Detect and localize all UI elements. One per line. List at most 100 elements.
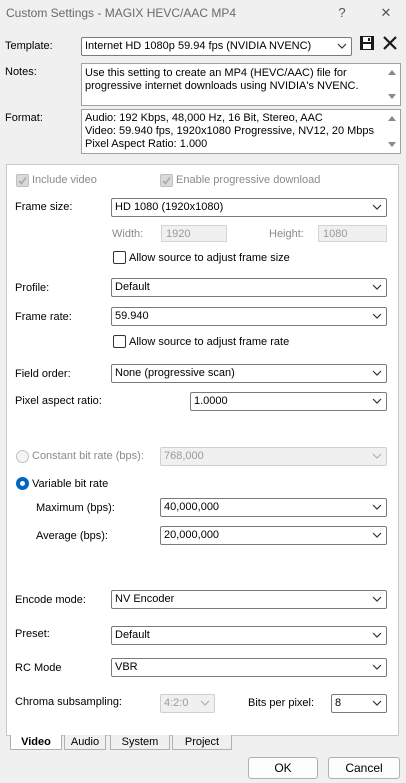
format-scrollbar[interactable] xyxy=(385,111,399,152)
variable-bit-rate-label: Variable bit rate xyxy=(32,478,109,490)
width-field[interactable]: 1920 xyxy=(161,225,227,242)
encode-mode-dropdown[interactable]: NV Encoder xyxy=(111,590,387,609)
format-textbox: Audio: 192 Kbps, 48,000 Hz, 16 Bit, Ster… xyxy=(81,109,401,154)
settings-tabs: Video Audio System Project xyxy=(6,735,399,750)
rc-mode-value: VBR xyxy=(115,661,138,673)
field-order-dropdown[interactable]: None (progressive scan) xyxy=(111,364,387,383)
chroma-subsampling-label: Chroma subsampling: xyxy=(15,696,122,708)
encode-mode-value: NV Encoder xyxy=(115,593,175,605)
encode-mode-label: Encode mode: xyxy=(15,594,86,606)
average-bps-dropdown[interactable]: 20,000,000 xyxy=(160,526,387,545)
chevron-down-icon xyxy=(372,700,382,706)
field-order-label: Field order: xyxy=(15,368,71,380)
maximum-bps-value: 40,000,000 xyxy=(164,501,220,513)
allow-frame-size-label: Allow source to adjust frame size xyxy=(129,252,290,264)
maximum-bps-label: Maximum (bps): xyxy=(36,502,115,514)
save-icon[interactable] xyxy=(359,35,375,51)
template-value: Internet HD 1080p 59.94 fps (NVIDIA NVEN… xyxy=(85,40,312,52)
pixel-aspect-ratio-dropdown[interactable]: 1.0000 xyxy=(190,392,387,411)
include-video-label: Include video xyxy=(32,174,97,186)
allow-frame-size-checkbox[interactable] xyxy=(113,251,126,264)
profile-label: Profile: xyxy=(15,282,50,294)
profile-dropdown[interactable]: Default xyxy=(111,278,387,297)
bits-per-pixel-dropdown[interactable]: 8 xyxy=(331,694,387,713)
height-label: Height: xyxy=(269,228,304,240)
chevron-down-icon xyxy=(372,664,382,670)
chevron-down-icon xyxy=(372,370,382,376)
constant-bit-rate-value: 768,000 xyxy=(164,450,204,462)
scroll-up-icon[interactable] xyxy=(387,68,397,76)
average-bps-value: 20,000,000 xyxy=(164,529,220,541)
title-bar: Custom Settings - MAGIX HEVC/AAC MP4 ? ✕ xyxy=(0,0,406,26)
constant-bit-rate-label: Constant bit rate (bps): xyxy=(32,450,144,462)
chroma-subsampling-dropdown[interactable]: 4:2:0 xyxy=(160,694,215,713)
scroll-up-icon[interactable] xyxy=(387,114,397,122)
chevron-down-icon xyxy=(372,532,382,538)
chevron-down-icon xyxy=(372,398,382,404)
tab-project[interactable]: Project xyxy=(172,735,232,750)
pixel-aspect-ratio-label: Pixel aspect ratio: xyxy=(15,395,102,407)
enable-progressive-label: Enable progressive download xyxy=(176,174,321,186)
pixel-aspect-ratio-value: 1.0000 xyxy=(194,395,228,407)
window-title: Custom Settings - MAGIX HEVC/AAC MP4 xyxy=(6,6,237,20)
frame-rate-dropdown[interactable]: 59.940 xyxy=(111,307,387,326)
chevron-down-icon xyxy=(200,700,210,706)
frame-size-value: HD 1080 (1920x1080) xyxy=(115,201,224,213)
width-value: 1920 xyxy=(166,228,191,240)
template-dropdown[interactable]: Internet HD 1080p 59.94 fps (NVIDIA NVEN… xyxy=(81,37,352,56)
delete-icon[interactable] xyxy=(382,35,398,51)
template-label: Template: xyxy=(5,40,53,52)
frame-size-label: Frame size: xyxy=(15,201,73,213)
preset-dropdown[interactable]: Default xyxy=(111,626,387,645)
maximum-bps-dropdown[interactable]: 40,000,000 xyxy=(160,498,387,517)
chevron-down-icon xyxy=(372,204,382,210)
chevron-down-icon xyxy=(372,313,382,319)
preset-value: Default xyxy=(115,629,150,641)
scroll-down-icon[interactable] xyxy=(387,141,397,149)
include-video-checkbox[interactable] xyxy=(16,174,29,187)
tab-system[interactable]: System xyxy=(110,735,170,750)
format-text: Audio: 192 Kbps, 48,000 Hz, 16 Bit, Ster… xyxy=(85,112,375,150)
enable-progressive-checkbox[interactable] xyxy=(160,174,173,187)
constant-bit-rate-dropdown[interactable]: 768,000 xyxy=(160,447,387,466)
cancel-button[interactable]: Cancel xyxy=(328,757,400,779)
video-settings-panel: Include video Enable progressive downloa… xyxy=(6,164,399,736)
close-button[interactable]: ✕ xyxy=(374,3,398,23)
help-button[interactable]: ? xyxy=(330,3,354,23)
field-order-value: None (progressive scan) xyxy=(115,367,235,379)
height-value: 1080 xyxy=(323,228,348,240)
height-field[interactable]: 1080 xyxy=(318,225,387,242)
chevron-down-icon xyxy=(337,43,347,49)
constant-bit-rate-radio[interactable] xyxy=(16,450,29,463)
scroll-down-icon[interactable] xyxy=(387,93,397,101)
chevron-down-icon xyxy=(372,284,382,290)
average-bps-label: Average (bps): xyxy=(36,530,108,542)
variable-bit-rate-radio[interactable] xyxy=(16,477,29,490)
tab-audio[interactable]: Audio xyxy=(64,735,106,750)
allow-frame-rate-checkbox[interactable] xyxy=(113,335,126,348)
ok-button[interactable]: OK xyxy=(248,757,318,779)
allow-frame-rate-label: Allow source to adjust frame rate xyxy=(129,336,290,348)
notes-scrollbar[interactable] xyxy=(385,65,399,104)
chevron-down-icon xyxy=(372,596,382,602)
tab-video[interactable]: Video xyxy=(10,735,62,750)
preset-label: Preset: xyxy=(15,628,50,640)
chevron-down-icon xyxy=(372,632,382,638)
notes-textbox[interactable]: Use this setting to create an MP4 (HEVC/… xyxy=(81,63,401,106)
frame-size-dropdown[interactable]: HD 1080 (1920x1080) xyxy=(111,198,387,217)
chroma-subsampling-value: 4:2:0 xyxy=(164,697,189,709)
bits-per-pixel-label: Bits per pixel: xyxy=(248,697,315,709)
frame-rate-value: 59.940 xyxy=(115,310,149,322)
format-label: Format: xyxy=(5,112,43,124)
notes-text: Use this setting to create an MP4 (HEVC/… xyxy=(85,67,359,92)
rc-mode-label: RC Mode xyxy=(15,662,62,674)
width-label: Width: xyxy=(112,228,144,240)
checkmark-icon xyxy=(162,177,171,185)
chevron-down-icon xyxy=(372,453,382,459)
checkmark-icon xyxy=(18,177,27,185)
rc-mode-dropdown[interactable]: VBR xyxy=(111,658,387,677)
chevron-down-icon xyxy=(372,504,382,510)
bits-per-pixel-value: 8 xyxy=(335,697,342,709)
frame-rate-label: Frame rate: xyxy=(15,311,72,323)
profile-value: Default xyxy=(115,281,150,293)
